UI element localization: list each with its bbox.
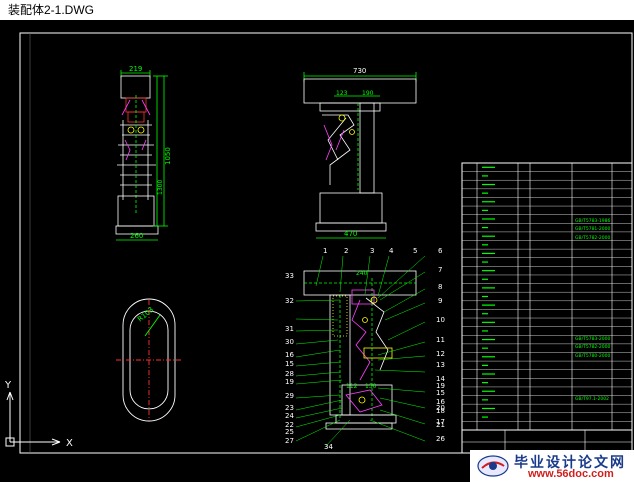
- dim-top-left-height: 1050: [164, 147, 172, 165]
- bom-std-code-1: GB/T5783-1986: [575, 218, 611, 224]
- bottom-left-plan-view: [116, 298, 182, 422]
- balloon-8: 8: [438, 283, 442, 291]
- section-assembly-view: [303, 270, 417, 430]
- bom-table: GB/T5783-1986 GB/T5781-2000 GB/T5782-200…: [461, 162, 633, 454]
- balloon-2: 2: [344, 247, 348, 255]
- balloon-30: 30: [285, 338, 294, 346]
- dim-top-right-b: 190: [362, 90, 374, 97]
- balloon-15: 15: [285, 360, 294, 368]
- balloon-23: 23: [285, 404, 294, 412]
- top-right-view: [303, 72, 417, 239]
- bom-std-code-2: GB/T5781-2000: [575, 226, 611, 232]
- balloon-16: 16: [285, 351, 294, 359]
- watermark-banner: 毕业设计论文网 www.56doc.com: [470, 450, 634, 482]
- dim-section-b: 112: [346, 383, 358, 390]
- cad-drawing-canvas[interactable]: 219 1050 1300 260 730 123 190 470 R103 2…: [0, 20, 634, 482]
- ucs-icon: [5, 391, 61, 447]
- balloon-32: 32: [285, 297, 294, 305]
- dim-top-right-a: 123: [336, 90, 348, 97]
- balloon-31: 31: [285, 325, 294, 333]
- watermark-logo-icon: [477, 455, 509, 477]
- bom-std-code-6: GB/T5780-2000: [575, 353, 611, 359]
- balloon-7: 7: [438, 266, 442, 274]
- balloon-28: 28: [285, 370, 294, 378]
- balloon-3: 3: [370, 247, 374, 255]
- sheet-border: [19, 32, 633, 454]
- balloon-labels-left: 33 32 31 30 16 15 28 19 29 23 24 22 25 2…: [285, 272, 294, 445]
- balloon-29: 29: [285, 392, 294, 400]
- bom-row-lines: [462, 166, 632, 422]
- balloon-19r: 19: [436, 382, 445, 390]
- dim-plan-radius: R103: [136, 306, 155, 324]
- dim-section-top: 240: [356, 270, 368, 277]
- drawing-svg: 219 1050 1300 260 730 123 190 470 R103 2…: [4, 32, 633, 454]
- balloon-26: 26: [436, 435, 445, 443]
- balloon-25: 25: [285, 428, 294, 436]
- top-left-view: [115, 70, 168, 241]
- balloon-10: 10: [436, 316, 445, 324]
- balloon-15r: 15: [436, 389, 445, 397]
- balloon-5: 5: [413, 247, 417, 255]
- dim-top-left-width: 219: [129, 65, 142, 73]
- balloon-9: 9: [438, 297, 442, 305]
- bom-std-code-3: GB/T5782-2000: [575, 235, 611, 241]
- balloon-13: 13: [436, 361, 445, 369]
- dim-section-a: 130: [365, 383, 377, 390]
- dim-top-right-base: 470: [344, 230, 357, 238]
- balloon-20: 20: [436, 404, 445, 412]
- watermark-url: www.56doc.com: [528, 468, 614, 480]
- ucs-x-label: X: [66, 438, 73, 449]
- balloon-27: 27: [285, 437, 294, 445]
- balloon-labels-right: 7 8 9 10 11 12 13 14 15 16 17 18 19 20 2…: [436, 266, 445, 443]
- dim-top-left-inner: 1300: [157, 180, 164, 195]
- balloon-11: 11: [436, 336, 445, 344]
- window-title-bar: 装配体2-1.DWG: [0, 0, 634, 20]
- bom-std-code-4: GB/T5783-2000: [575, 336, 611, 342]
- bom-std-code-7: GB/T97.1-2002: [575, 396, 609, 402]
- ucs-y-label: Y: [4, 380, 12, 391]
- balloon-19: 19: [285, 378, 294, 386]
- balloon-4: 4: [389, 247, 394, 255]
- bom-std-code-5: GB/T5782-2000: [575, 344, 611, 350]
- balloon-labels-top: 1 2 3 4 5 6: [323, 247, 443, 255]
- balloon-34: 34: [324, 443, 333, 451]
- balloon-24: 24: [285, 412, 294, 420]
- dim-top-left-base: 260: [130, 232, 143, 240]
- balloon-12: 12: [436, 350, 445, 358]
- window-title: 装配体2-1.DWG: [8, 3, 95, 17]
- balloon-21: 21: [436, 421, 445, 429]
- balloon-1: 1: [323, 247, 327, 255]
- balloon-6: 6: [438, 247, 443, 255]
- dim-top-right-width: 730: [353, 67, 366, 75]
- balloon-33: 33: [285, 272, 294, 280]
